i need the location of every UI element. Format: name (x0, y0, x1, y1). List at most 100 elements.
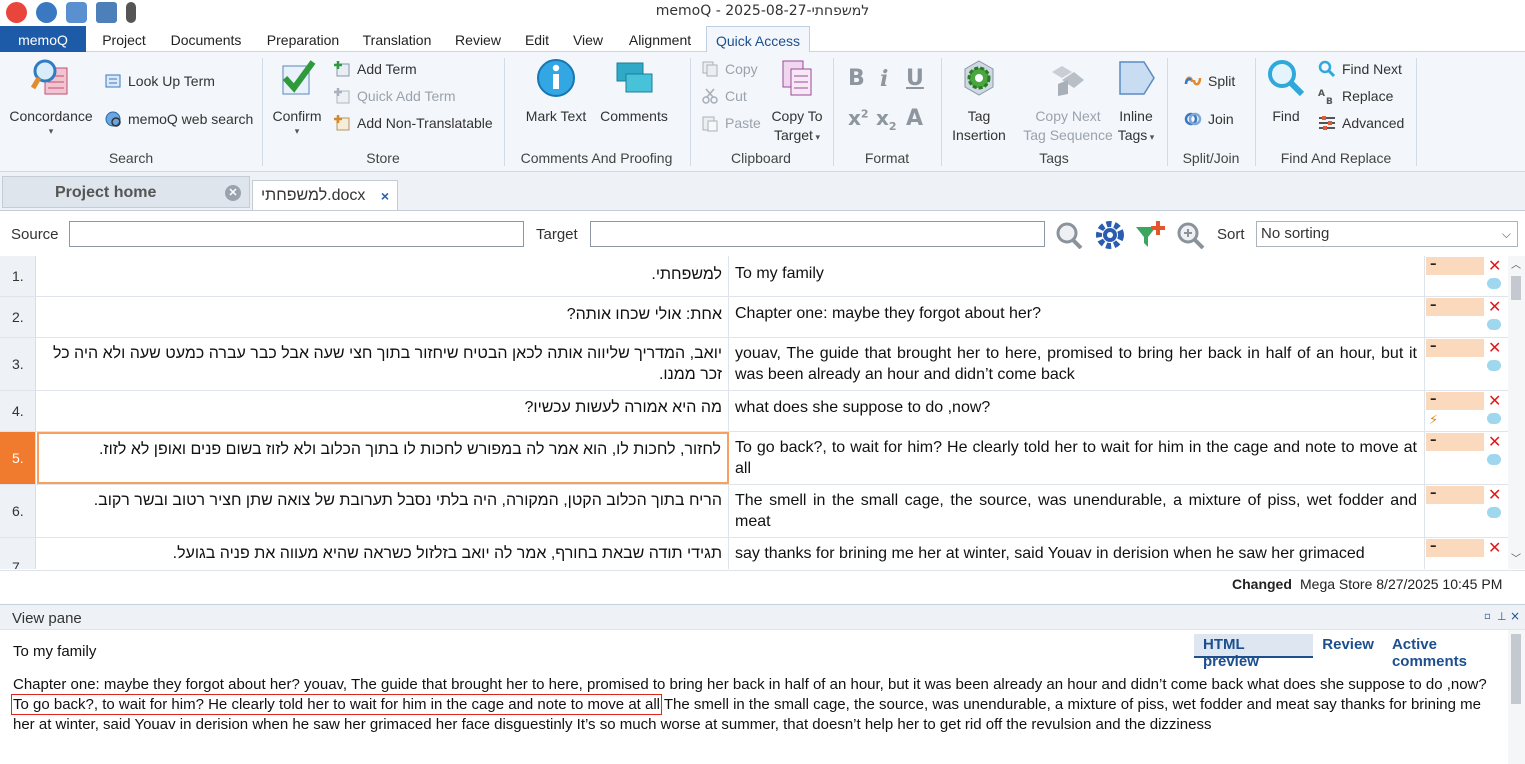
copy-button[interactable]: Copy (701, 58, 758, 80)
table-row[interactable]: 2. אחת: אולי שכחו אותה? Chapter one: may… (0, 297, 1508, 338)
group-label-clipboard: Clipboard (731, 150, 791, 166)
tab-alignment[interactable]: Alignment (620, 26, 700, 52)
row-number: 1. (0, 256, 36, 296)
bold-button[interactable]: B (848, 66, 865, 91)
copy-to-target-button[interactable]: Copy To Target ▾ (767, 58, 827, 145)
row-markers: ✕ (1486, 256, 1506, 296)
tab-view[interactable]: View (566, 26, 610, 52)
source-segment[interactable]: מה היא אמורה לעשות עכשיו? (37, 391, 729, 431)
copy-next-tag-sequence-button[interactable]: Copy Next Tag Sequence (1020, 58, 1116, 145)
tab-edit[interactable]: Edit (518, 26, 556, 52)
table-row[interactable]: 3. יואב, המדריך שליווה אותה לכאן הבטיח ש… (0, 338, 1508, 391)
target-segment[interactable]: To my family (730, 256, 1423, 296)
source-segment[interactable]: יואב, המדריך שליווה אותה לכאן הבטיח שיחז… (37, 338, 729, 390)
scrollbar-thumb[interactable] (1511, 276, 1521, 300)
tab-document[interactable]: למשפחתי.docx × (252, 180, 398, 210)
quick-add-term-button[interactable]: Quick Add Term (333, 85, 456, 107)
grid-scrollbar[interactable]: ︿ ﹀ (1508, 256, 1525, 569)
add-filter-icon[interactable] (1134, 219, 1168, 251)
comment-bubble-icon[interactable] (1487, 454, 1501, 465)
restore-icon[interactable]: ▫ (1484, 611, 1491, 622)
tab-translation[interactable]: Translation (356, 26, 438, 52)
source-segment[interactable]: תגידי תודה שבאת בחורף, אמר לה יואב בזלזו… (37, 538, 729, 569)
close-icon[interactable]: × (1510, 609, 1520, 623)
pin-icon[interactable]: ⊥ (1497, 610, 1507, 623)
close-icon[interactable]: ✕ (225, 185, 241, 201)
paste-button[interactable]: Paste (701, 112, 761, 134)
source-filter-input[interactable] (69, 221, 524, 247)
tab-documents[interactable]: Documents (162, 26, 250, 52)
tab-project-home[interactable]: Project home ✕ (2, 176, 250, 208)
source-segment[interactable]: הריח בתוך הכלוב הקטן, המקורה, היה בלתי נ… (37, 485, 729, 537)
tab-review[interactable]: Review (448, 26, 508, 52)
target-segment[interactable]: Chapter one: maybe they forgot about her… (730, 297, 1423, 337)
tab-project[interactable]: Project (94, 26, 154, 52)
group-find-replace: Find Find Next AB Replace Advanced Find … (1256, 52, 1416, 170)
comments-button[interactable]: Comments (597, 58, 671, 126)
target-segment[interactable]: what does she suppose to do ,now? (730, 391, 1423, 431)
cut-button[interactable]: Cut (701, 85, 747, 107)
comment-bubble-icon[interactable] (1487, 360, 1501, 371)
memoq-web-search-button[interactable]: memoQ web search (104, 108, 253, 130)
scrollbar-thumb[interactable] (1511, 634, 1521, 704)
concordance-button[interactable]: Concordance ▾ (6, 58, 96, 136)
italic-button[interactable]: i (880, 66, 888, 92)
look-up-term-button[interactable]: Look Up Term (104, 70, 215, 92)
tab-quick-access[interactable]: Quick Access (706, 26, 810, 53)
reject-x-icon[interactable]: ✕ (1488, 432, 1501, 451)
tab-memoq[interactable]: memoQ (0, 26, 86, 52)
add-non-translatable-button[interactable]: Add Non-Translatable (333, 112, 493, 134)
table-row[interactable]: 7. תגידי תודה שבאת בחורף, אמר לה יואב בז… (0, 538, 1508, 569)
add-term-label: Add Term (357, 61, 417, 77)
table-row[interactable]: 1. למשפחתי. To my family – ✕ (0, 256, 1508, 297)
table-row[interactable]: 6. הריח בתוך הכלוב הקטן, המקורה, היה בלת… (0, 485, 1508, 538)
find-next-button[interactable]: Find Next (1318, 58, 1402, 80)
tag-insertion-button[interactable]: Tag Insertion (946, 58, 1012, 145)
join-button[interactable]: Join (1184, 108, 1234, 130)
inline-tags-button[interactable]: Inline Tags ▾ (1108, 58, 1164, 145)
view-pane-scrollbar[interactable] (1508, 630, 1525, 764)
view-pane-title: View pane (12, 610, 82, 627)
reject-x-icon[interactable]: ✕ (1488, 256, 1501, 275)
advanced-button[interactable]: Advanced (1318, 112, 1404, 134)
clear-filter-icon[interactable] (1054, 221, 1084, 249)
close-icon[interactable]: × (381, 181, 389, 211)
reject-x-icon[interactable]: ✕ (1488, 485, 1501, 504)
target-segment[interactable]: say thanks for brining me her at winter,… (730, 538, 1423, 569)
target-segment[interactable]: The smell in the small cage, the source,… (730, 485, 1423, 537)
filter-settings-gear-icon[interactable] (1094, 219, 1126, 251)
target-filter-input[interactable] (590, 221, 1045, 247)
mark-text-button[interactable]: Mark Text (521, 58, 591, 126)
underline-button[interactable]: U (906, 66, 924, 91)
reject-x-icon[interactable]: ✕ (1488, 338, 1501, 357)
scroll-down-icon[interactable]: ﹀ (1511, 550, 1521, 565)
replace-button[interactable]: AB Replace (1318, 85, 1393, 107)
subscript-button[interactable]: x2 (876, 106, 897, 133)
font-style-button[interactable]: A (906, 106, 923, 131)
table-row[interactable]: 4. מה היא אמורה לעשות עכשיו? what does s… (0, 391, 1508, 432)
zoom-search-icon[interactable] (1176, 221, 1206, 249)
table-row-active[interactable]: 5. לחזור, לחכות לו, הוא אמר לה במפורש לח… (0, 432, 1508, 485)
source-segment[interactable]: למשפחתי. (37, 256, 729, 296)
confirm-button[interactable]: Confirm ▾ (269, 58, 325, 136)
reject-x-icon[interactable]: ✕ (1488, 297, 1501, 316)
comment-bubble-icon[interactable] (1487, 413, 1501, 424)
find-button[interactable]: Find (1262, 58, 1310, 126)
target-segment[interactable]: To go back?, to wait for him? He clearly… (730, 432, 1423, 484)
sort-dropdown[interactable]: No sorting ⌵ (1256, 221, 1518, 247)
target-segment[interactable]: youav, The guide that brought her to her… (730, 338, 1423, 390)
confirm-label: Confirm (272, 108, 322, 124)
row-markers: ✕ (1486, 538, 1506, 569)
reject-x-icon[interactable]: ✕ (1488, 391, 1501, 410)
source-segment[interactable]: לחזור, לחכות לו, הוא אמר לה במפורש לחכות… (37, 432, 729, 484)
tab-preparation[interactable]: Preparation (258, 26, 348, 52)
split-button[interactable]: Split (1184, 70, 1235, 92)
reject-x-icon[interactable]: ✕ (1488, 538, 1501, 557)
comment-bubble-icon[interactable] (1487, 278, 1501, 289)
comment-bubble-icon[interactable] (1487, 319, 1501, 330)
comment-bubble-icon[interactable] (1487, 507, 1501, 518)
scroll-up-icon[interactable]: ︿ (1511, 256, 1521, 271)
add-term-button[interactable]: Add Term (333, 58, 417, 80)
superscript-button[interactable]: x2 (848, 106, 869, 130)
source-segment[interactable]: אחת: אולי שכחו אותה? (37, 297, 729, 337)
